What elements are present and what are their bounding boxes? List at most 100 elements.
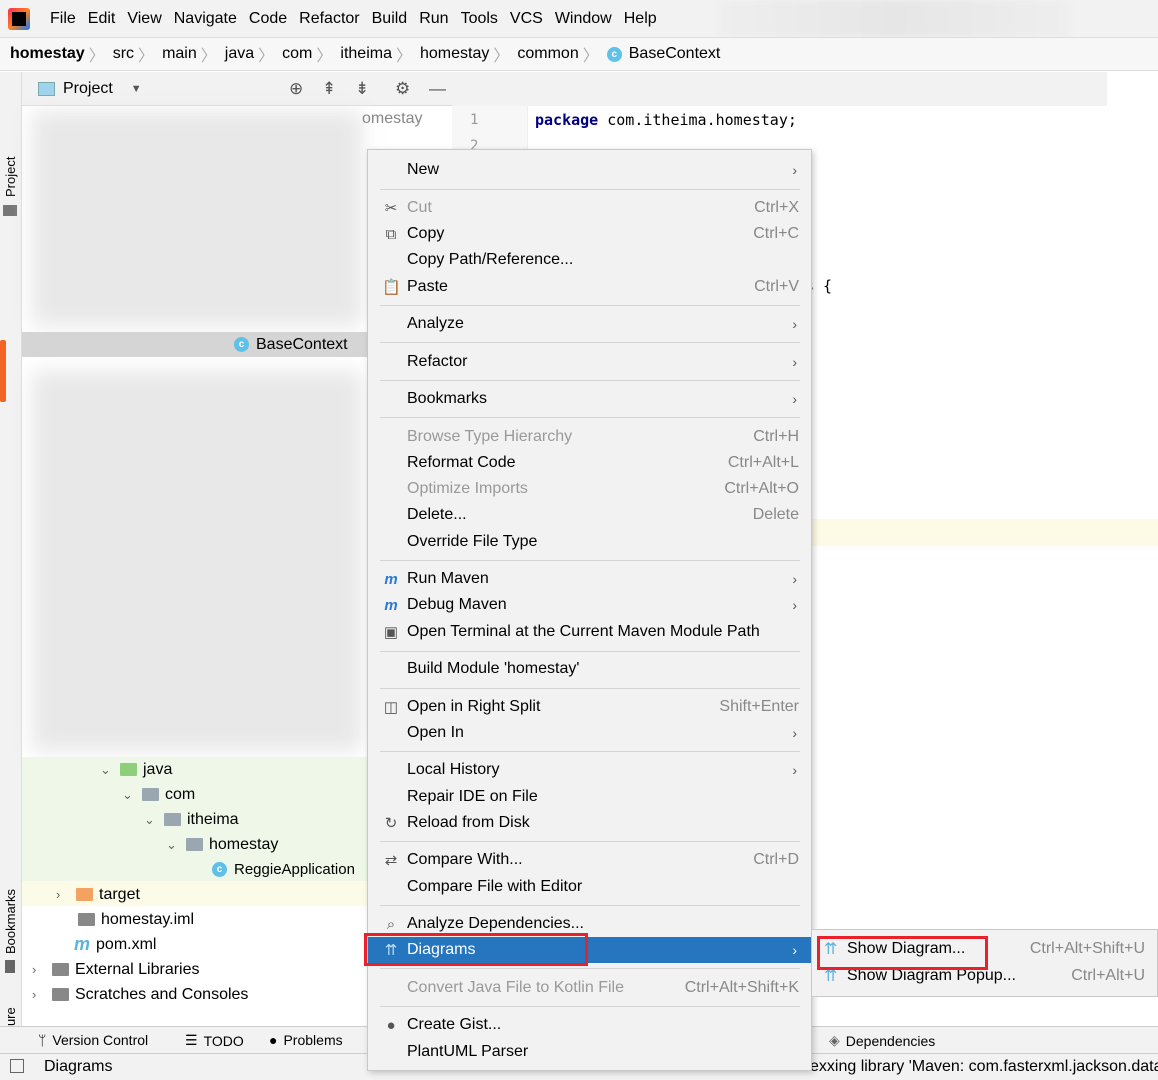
run-maven-icon: m <box>384 570 398 588</box>
tab-label: Problems <box>283 1032 343 1048</box>
chevron-down-icon[interactable]: ⌄ <box>122 787 142 803</box>
menu-vcs[interactable]: VCS <box>510 10 543 27</box>
chevron-right-icon[interactable]: › <box>32 962 52 977</box>
source-folder-icon <box>120 763 137 776</box>
breadcrumb-item[interactable]: src <box>113 45 134 63</box>
tree-item[interactable]: › Scratches and Consoles <box>22 982 367 1007</box>
shortcut: Shift+Enter <box>719 698 799 715</box>
breadcrumb-item[interactable]: BaseContext <box>629 45 721 63</box>
todo-tab[interactable]: ☰ TODO <box>185 1032 244 1049</box>
menu-item-label: Cut <box>407 199 432 216</box>
menu-item-reformat-code[interactable]: Reformat Code Ctrl+Alt+L <box>368 450 811 476</box>
menu-item-analyze[interactable]: Analyze › <box>368 311 811 337</box>
menu-item-open-in-right-split[interactable]: ◫ Open in Right Split Shift+Enter <box>368 694 811 720</box>
collapse-all-icon[interactable]: ⇟ <box>355 79 369 99</box>
menu-item-debug-maven[interactable]: m Debug Maven › <box>368 592 811 618</box>
dependencies-tab[interactable]: ◈ Dependencies <box>829 1032 935 1049</box>
breadcrumb-item[interactable]: itheima <box>340 45 392 63</box>
github-icon: ● <box>386 1016 396 1034</box>
breadcrumb-item[interactable]: com <box>282 45 312 63</box>
tree-item[interactable]: homestay.iml <box>22 907 367 932</box>
menu-file[interactable]: File <box>50 10 76 27</box>
menu-item-label: Compare With... <box>407 851 523 868</box>
menu-item-run-maven[interactable]: m Run Maven › <box>368 566 811 592</box>
tree-item[interactable]: m pom.xml <box>22 932 367 957</box>
menu-item-open-terminal-at-the-current-maven-module-path[interactable]: ▣ Open Terminal at the Current Maven Modu… <box>368 619 811 645</box>
menu-item-local-history[interactable]: Local History › <box>368 757 811 783</box>
locate-icon[interactable]: ⊕ <box>289 79 303 99</box>
menu-item-compare-file-with-editor[interactable]: Compare File with Editor <box>368 874 811 900</box>
tab-label: Version Control <box>52 1032 149 1048</box>
gear-icon[interactable]: ⚙ <box>395 79 410 99</box>
menu-item-compare-with[interactable]: ⇄ Compare With... Ctrl+D <box>368 847 811 873</box>
menu-item-delete[interactable]: Delete... Delete <box>368 502 811 528</box>
menu-item-browse-type-hierarchy[interactable]: Browse Type Hierarchy Ctrl+H <box>368 424 811 450</box>
breadcrumb-item[interactable]: common <box>517 45 578 63</box>
menu-item-new[interactable]: New › <box>368 157 811 183</box>
intellij-logo-icon <box>8 7 30 30</box>
chevron-down-icon[interactable]: ⌄ <box>166 837 186 853</box>
menu-item-bookmarks[interactable]: Bookmarks › <box>368 386 811 412</box>
menu-item-label: Override File Type <box>407 533 538 550</box>
expand-all-icon[interactable]: ⇞ <box>322 79 336 99</box>
menu-separator <box>380 305 800 306</box>
menu-item-paste[interactable]: 📋 Paste Ctrl+V <box>368 274 811 300</box>
menu-item-optimize-imports[interactable]: Optimize Imports Ctrl+Alt+O <box>368 476 811 502</box>
chevron-down-icon[interactable]: ▼ <box>131 83 142 95</box>
menu-item-label: Copy Path/Reference... <box>407 251 574 268</box>
tree-item[interactable]: ⌄ com <box>22 782 367 807</box>
version-control-tab[interactable]: ᛘ Version Control <box>38 1032 148 1048</box>
menu-item-refactor[interactable]: Refactor › <box>368 349 811 375</box>
tree-item[interactable]: c ReggieApplication <box>22 857 367 882</box>
breadcrumb-separator-icon: 〉 <box>88 48 105 65</box>
menu-navigate[interactable]: Navigate <box>174 10 237 27</box>
menu-item-open-in[interactable]: Open In › <box>368 720 811 746</box>
chevron-right-icon[interactable]: › <box>32 987 52 1002</box>
tree-item[interactable]: ⌄ homestay <box>22 832 367 857</box>
menu-edit[interactable]: Edit <box>88 10 116 27</box>
menu-item-repair-ide-on-file[interactable]: Repair IDE on File <box>368 784 811 810</box>
toggle-tool-windows-icon[interactable] <box>10 1059 24 1073</box>
menu-item-override-file-type[interactable]: Override File Type <box>368 529 811 555</box>
chevron-down-icon[interactable]: ⌄ <box>144 812 164 828</box>
menu-tools[interactable]: Tools <box>461 10 498 27</box>
project-tool-tab[interactable]: Project <box>3 157 18 197</box>
tree-item[interactable]: › target <box>22 882 367 907</box>
menu-view[interactable]: View <box>127 10 161 27</box>
breadcrumb-item[interactable]: main <box>162 45 197 63</box>
tree-item[interactable]: c BaseContext <box>22 332 367 357</box>
status-message[interactable]: exxing library 'Maven: com.fasterxml.jac… <box>810 1058 1158 1076</box>
menu-item-build-module-homestay[interactable]: Build Module 'homestay' <box>368 656 811 682</box>
problems-tab[interactable]: ● Problems <box>269 1032 343 1048</box>
breadcrumb-item[interactable]: homestay <box>10 45 85 63</box>
menu-window[interactable]: Window <box>555 10 612 27</box>
menu-run[interactable]: Run <box>419 10 448 27</box>
menu-item-copy-path-reference[interactable]: Copy Path/Reference... <box>368 247 811 273</box>
menu-item-create-gist[interactable]: ● Create Gist... <box>368 1012 811 1038</box>
menu-item-copy[interactable]: ⧉ Copy Ctrl+C <box>368 221 811 247</box>
bookmarks-tool-tab[interactable]: Bookmarks <box>3 889 18 954</box>
menu-build[interactable]: Build <box>372 10 408 27</box>
breadcrumb-item[interactable]: java <box>225 45 254 63</box>
terminal-icon: ▣ <box>383 624 399 641</box>
menu-refactor[interactable]: Refactor <box>299 10 359 27</box>
tree-item[interactable]: ⌄ java <box>22 757 367 782</box>
hide-icon[interactable]: — <box>429 79 446 99</box>
current-line-highlight <box>811 519 1158 546</box>
annotation-box <box>817 936 988 970</box>
chevron-right-icon[interactable]: › <box>56 887 76 902</box>
tree-item[interactable]: › External Libraries <box>22 957 367 982</box>
breadcrumb-item[interactable]: homestay <box>420 45 489 63</box>
tree-item[interactable]: ⌄ itheima <box>22 807 367 832</box>
menu-item-plantuml-parser[interactable]: PlantUML Parser <box>368 1039 811 1065</box>
menu-help[interactable]: Help <box>624 10 657 27</box>
menu-item-reload-from-disk[interactable]: ↻ Reload from Disk <box>368 810 811 836</box>
project-view-title[interactable]: Project <box>63 80 113 98</box>
menu-code[interactable]: Code <box>249 10 287 27</box>
breadcrumb-separator-icon: 〉 <box>316 48 333 65</box>
chevron-down-icon[interactable]: ⌄ <box>100 762 120 778</box>
menu-item-convert-java-file-to-kotlin-file[interactable]: Convert Java File to Kotlin File Ctrl+Alt… <box>368 975 811 1001</box>
branch-icon: ᛘ <box>38 1032 47 1048</box>
menu-item-cut[interactable]: ✂ Cut Ctrl+X <box>368 195 811 221</box>
project-tree: omestay c BaseContext ⌄ java ⌄ com ⌄ itheima ⌄ ho… <box>22 106 422 1027</box>
